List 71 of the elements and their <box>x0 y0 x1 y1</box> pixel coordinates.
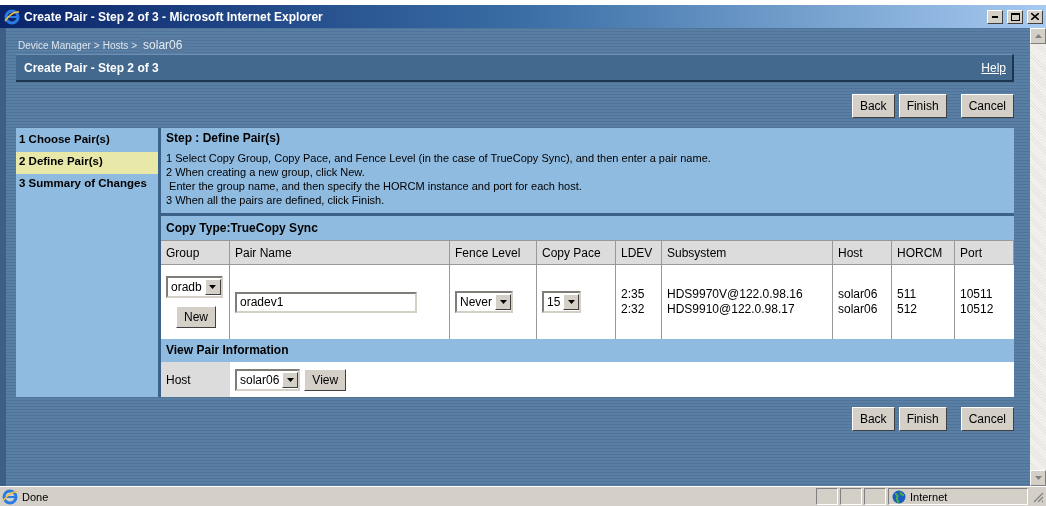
section-title: Step : Define Pair(s) <box>165 130 282 147</box>
step-item[interactable]: 3 Summary of Changes <box>16 174 158 196</box>
caret-icon <box>209 285 217 289</box>
caret-icon <box>567 300 575 304</box>
close-icon <box>1031 13 1039 20</box>
instruction-line: Enter the group name, and then specify the HORCM instance and port for each host. <box>168 179 583 193</box>
column-header: HORCM <box>892 240 955 265</box>
pair-name-field[interactable]: oradev1 <box>235 291 417 313</box>
subsystem-value: HDS9910@122.0.98.17 <box>667 302 796 317</box>
wizard-button[interactable]: Cancel <box>960 407 1014 431</box>
port-value: 10511 <box>960 287 994 302</box>
wizard-button[interactable]: Finish <box>898 94 947 118</box>
close-button[interactable] <box>1027 9 1043 24</box>
caret-icon <box>286 377 294 382</box>
host-value: solar06 <box>838 287 879 302</box>
status-pane <box>864 488 886 505</box>
column-header: Fence Level <box>450 240 537 265</box>
window-title: Create Pair - Step 2 of 3 - Microsoft Internet Explorer <box>24 9 324 24</box>
page-title: Create Pair - Step 2 of 3 <box>24 60 159 75</box>
column-header: Port <box>955 240 1014 265</box>
step-item[interactable]: 1 Choose Pair(s) <box>16 130 158 152</box>
host-value: solar06 <box>838 302 879 317</box>
minimize-icon <box>992 15 998 18</box>
help-link[interactable]: Help <box>981 60 1006 75</box>
step-item[interactable]: 2 Define Pair(s) <box>16 152 158 174</box>
instruction-line: 2 When creating a new group, click New. <box>166 165 366 179</box>
horcm-value: 511 <box>897 287 918 302</box>
host-label: Host <box>161 362 230 397</box>
maximize-icon <box>1010 12 1020 21</box>
resize-grip-icon[interactable] <box>1032 490 1044 503</box>
wizard-button[interactable]: Finish <box>898 407 947 431</box>
ldev-value: 2:32 <box>621 302 646 317</box>
instruction-line: 3 When all the pairs are defined, click Finish. <box>166 193 386 207</box>
fence-level-select[interactable]: Never <box>455 291 513 313</box>
status-pane <box>816 488 838 505</box>
section-title: View Pair Information <box>165 342 290 359</box>
status-pane <box>840 488 862 505</box>
ldev-value: 2:35 <box>621 287 646 302</box>
column-header: Host <box>833 240 892 265</box>
host-select[interactable]: solar06 <box>235 368 301 391</box>
horcm-value: 512 <box>897 302 919 317</box>
breadcrumb-separator: > <box>131 39 138 51</box>
column-header: Pair Name <box>230 240 450 265</box>
breadcrumb-current: solar06 <box>140 37 186 53</box>
globe-icon <box>892 489 906 504</box>
scroll-down-icon <box>1034 476 1042 480</box>
status-text: Done <box>22 490 49 503</box>
instruction-line: 1 Select Copy Group, Copy Pace, and Fence Level (in the case of TrueCopy Sync), and then enter a pair name. <box>166 151 712 165</box>
subsystem-value: HDS9970V@122.0.98.16 <box>667 287 804 302</box>
caret-icon <box>499 300 507 304</box>
maximize-button[interactable] <box>1007 9 1023 24</box>
column-header: Copy Pace <box>537 240 616 265</box>
section-title: Copy Type:TrueCopy Sync <box>165 220 319 237</box>
new-button[interactable]: New <box>176 306 216 328</box>
column-header: LDEV <box>616 240 662 265</box>
group-select[interactable]: oradb <box>166 276 223 298</box>
zone-label: Internet <box>910 490 948 503</box>
port-value: 10512 <box>960 302 995 317</box>
wizard-button[interactable]: Back <box>851 94 895 118</box>
wizard-button[interactable]: Cancel <box>960 94 1014 118</box>
copy-pace-select[interactable]: 15 <box>542 291 582 313</box>
scroll-up-icon <box>1034 34 1042 38</box>
breadcrumb-separator: > <box>93 39 100 51</box>
minimize-button[interactable] <box>987 9 1003 24</box>
browser-icon <box>4 8 20 25</box>
view-button[interactable]: View <box>304 368 347 391</box>
column-header: Subsystem <box>662 240 833 265</box>
scrollbar[interactable] <box>1030 28 1046 486</box>
page-icon <box>2 488 18 505</box>
wizard-button[interactable]: Back <box>851 407 895 431</box>
column-header: Group <box>161 240 230 265</box>
